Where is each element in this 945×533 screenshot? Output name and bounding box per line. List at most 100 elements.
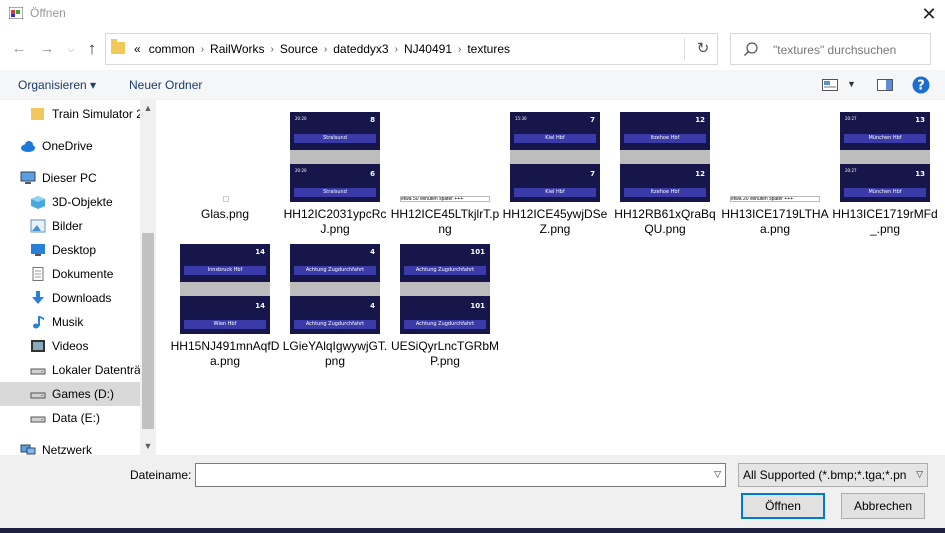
- thumbnail-destination: München Hbf: [868, 135, 902, 141]
- close-button[interactable]: ✕: [916, 2, 942, 26]
- help-icon[interactable]: ?: [912, 76, 930, 94]
- thumbnail-panel-bottom: 7 Kiel Hbf: [510, 164, 600, 202]
- thumbnail-time: 20:20: [295, 116, 307, 121]
- file-item[interactable]: etwa 50 Minuten später +++ HH12ICE45LTkjl…: [390, 100, 500, 236]
- scroll-down-icon[interactable]: ▼: [140, 438, 156, 454]
- thumbnail-panel-top: 4 Achtung Zugdurchfahrt: [290, 244, 380, 282]
- file-item[interactable]: 15:30 7 Kiel Hbf 7 Kiel Hbf HH12ICE45ywjDSeZ.…: [500, 100, 610, 236]
- view-options-icon[interactable]: [822, 79, 838, 91]
- sidebar-item-downloads[interactable]: Downloads: [0, 286, 140, 310]
- sidebar-item-data-e[interactable]: Data (E:): [0, 406, 140, 430]
- thumbnail-strip: etwa 50 Minuten später +++: [400, 196, 490, 202]
- file-thumbnail: etwa 20 Minuten später +++: [730, 112, 820, 202]
- file-type-value: All Supported (*.bmp;*.tga;*.pn: [743, 468, 907, 482]
- thumbnail-panel-top: 20:20 8 Stralsund: [290, 112, 380, 150]
- breadcrumb-item[interactable]: textures: [463, 42, 514, 56]
- thumbnail-track-number: 12: [695, 116, 705, 124]
- sidebar-item-label: Bilder: [52, 219, 83, 233]
- scroll-up-icon[interactable]: ▲: [140, 100, 156, 116]
- new-folder-button[interactable]: Neuer Ordner: [129, 78, 202, 92]
- sidebar-item-desktop[interactable]: Desktop: [0, 238, 140, 262]
- cancel-button[interactable]: Abbrechen: [841, 493, 925, 519]
- dialog-footer: Dateiname: ▽ All Supported (*.bmp;*.tga;…: [0, 455, 945, 528]
- thumbnail-destination: Achtung Zugdurchfahrt: [415, 321, 475, 327]
- file-item[interactable]: 14 Innsbruck Hbf 14 Wien Hbf HH15NJ491mnAqfD…: [170, 232, 280, 368]
- sidebar-item-3d-objekte[interactable]: 3D-Objekte: [0, 190, 140, 214]
- forward-arrow-icon[interactable]: →: [38, 39, 56, 59]
- thumbnail-destination: Stralsund: [323, 189, 347, 195]
- desktop-icon: [30, 243, 46, 257]
- file-type-select[interactable]: All Supported (*.bmp;*.tga;*.pn ▽: [738, 463, 928, 487]
- file-item[interactable]: Glas.png: [170, 100, 280, 225]
- address-bar[interactable]: «common › RailWorks › Source › dateddyx3 › NJ404…: [105, 33, 718, 65]
- breadcrumb-separator-icon[interactable]: ›: [269, 44, 276, 55]
- breadcrumb-overflow[interactable]: «: [130, 42, 145, 56]
- desktop-background: [0, 528, 945, 533]
- sidebar-item-games-d[interactable]: Games (D:): [0, 382, 140, 406]
- thumbnail-time: 20:27: [845, 116, 857, 121]
- up-arrow-icon[interactable]: ↑: [83, 39, 101, 59]
- sidebar-item-bilder[interactable]: Bilder: [0, 214, 140, 238]
- thumbnail-track-number: 13: [915, 116, 925, 124]
- breadcrumb-item[interactable]: common: [145, 42, 199, 56]
- filename-input[interactable]: ▽: [195, 463, 726, 487]
- breadcrumb-item[interactable]: dateddyx3: [329, 42, 392, 56]
- thumbnail-track-number: 101: [470, 248, 485, 256]
- video-icon: [30, 339, 46, 353]
- sidebar-item-netzwerk[interactable]: Netzwerk: [0, 438, 140, 455]
- breadcrumb-separator-icon[interactable]: ›: [393, 44, 400, 55]
- thumbnail-track-number: 8: [370, 116, 375, 124]
- file-item[interactable]: 12 Itzehoe Hbf 12 Itzehoe Hbf HH12RB61xQraBq…: [610, 100, 720, 236]
- sidebar-item-videos[interactable]: Videos: [0, 334, 140, 358]
- thumbnail-track-number: 4: [370, 302, 375, 310]
- breadcrumb-item[interactable]: Source: [276, 42, 322, 56]
- breadcrumb-separator-icon[interactable]: ›: [456, 44, 463, 55]
- recent-locations-chevron-icon[interactable]: ⌵: [62, 39, 80, 59]
- thumbnail-panel-top: 12 Itzehoe Hbf: [620, 112, 710, 150]
- thumbnail-gap: [400, 282, 490, 296]
- sidebar-item-musik[interactable]: Musik: [0, 310, 140, 334]
- preview-pane-icon[interactable]: [877, 79, 893, 91]
- thumbnail-panel-bottom: 20:20 6 Stralsund: [290, 164, 380, 202]
- sidebar-item-dokumente[interactable]: Dokumente: [0, 262, 140, 286]
- file-item[interactable]: 101 Achtung Zugdurchfahrt 101 Achtung Zugdu…: [390, 232, 500, 368]
- search-icon: [744, 42, 758, 56]
- refresh-icon[interactable]: ↻: [691, 38, 715, 60]
- search-input[interactable]: "textures" durchsuchen: [730, 33, 931, 65]
- file-thumbnail: 15:30 7 Kiel Hbf 7 Kiel Hbf: [510, 112, 600, 202]
- thumbnail-strip-text: etwa 20 Minuten später +++: [731, 196, 794, 202]
- thumbnail-gap: [620, 150, 710, 164]
- thumbnail-time: 20:20: [295, 168, 307, 173]
- breadcrumb-item[interactable]: NJ40491: [400, 42, 456, 56]
- sidebar-item-dieser-pc[interactable]: Dieser PC: [0, 166, 140, 190]
- breadcrumb-separator-icon[interactable]: ›: [199, 44, 206, 55]
- sidebar-item-onedrive[interactable]: OneDrive: [0, 134, 140, 158]
- thumbnail-track-number: 13: [915, 170, 925, 178]
- thumbnail-strip-text: etwa 50 Minuten später +++: [401, 196, 464, 202]
- open-button[interactable]: Öffnen: [741, 493, 825, 519]
- file-item[interactable]: 20:27 13 München Hbf 20:27 13 München Hbf HH13…: [830, 100, 940, 236]
- filename-dropdown-chevron-icon[interactable]: ▽: [714, 469, 721, 480]
- breadcrumb-separator-icon[interactable]: ›: [322, 44, 329, 55]
- sidebar-scroll-thumb[interactable]: [142, 233, 154, 429]
- sidebar-item-lokaler-datentr[interactable]: Lokaler Datenträ: [0, 358, 140, 382]
- breadcrumb-item[interactable]: RailWorks: [206, 42, 268, 56]
- view-options-chevron-icon[interactable]: ▼: [847, 79, 856, 89]
- cloud-icon: [20, 139, 36, 153]
- documents-icon: [30, 267, 46, 281]
- organize-button[interactable]: Organisieren ▾: [18, 78, 96, 92]
- thumbnail-panel-bottom: 12 Itzehoe Hbf: [620, 164, 710, 202]
- pictures-icon: [30, 219, 46, 233]
- sidebar-item-train-simulator-2[interactable]: Train Simulator 2: [0, 102, 140, 126]
- sidebar-item-label: Games (D:): [52, 387, 115, 401]
- sidebar-item-label: Dokumente: [52, 267, 114, 281]
- back-arrow-icon[interactable]: ←: [10, 39, 28, 59]
- file-item[interactable]: 4 Achtung Zugdurchfahrt 4 Achtung Zugdurchf…: [280, 232, 390, 368]
- thumbnail-destination: Stralsund: [323, 135, 347, 141]
- sidebar-item-label: Data (E:): [52, 411, 101, 425]
- file-thumbnail: 20:20 8 Stralsund 20:20 6 Stralsund: [290, 112, 380, 202]
- file-item[interactable]: etwa 20 Minuten später +++ HH13ICE1719LTH…: [720, 100, 830, 236]
- sidebar-item-label: Downloads: [52, 291, 112, 305]
- thumbnail-panel-bottom: 20:27 13 München Hbf: [840, 164, 930, 202]
- file-item[interactable]: 20:20 8 Stralsund 20:20 6 Stralsund HH12IC2031…: [280, 100, 390, 236]
